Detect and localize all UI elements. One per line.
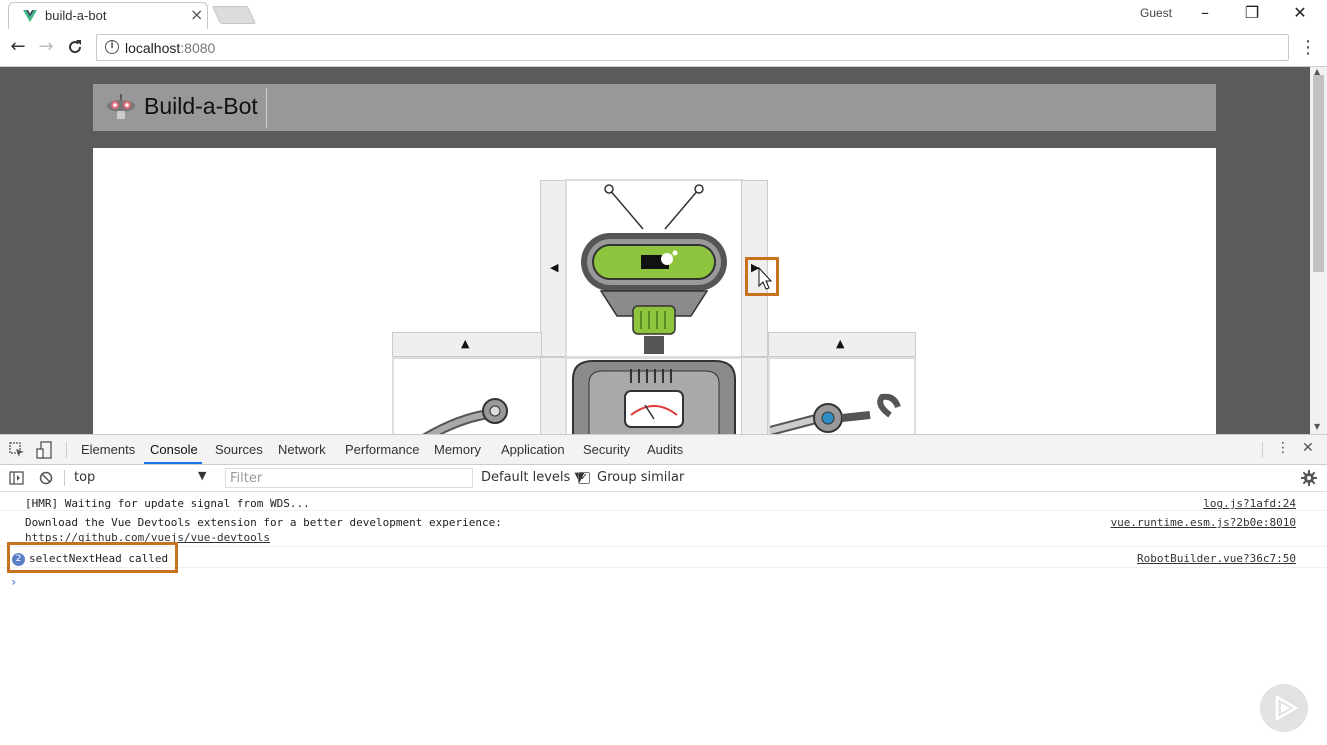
robot-head-image: [581, 184, 727, 354]
browser-tab[interactable]: build-a-bot ×: [8, 2, 208, 29]
robot-torso-image: [572, 360, 736, 434]
restore-button[interactable]: ❐: [1232, 2, 1272, 26]
repeat-count-badge: 2: [12, 553, 25, 566]
log-source-link[interactable]: vue.runtime.esm.js?2b0e:8010: [1111, 516, 1296, 529]
separator: [1262, 442, 1263, 458]
minimize-button[interactable]: –: [1185, 2, 1225, 26]
prev-torso-button[interactable]: [540, 357, 567, 434]
tab-sources[interactable]: Sources: [215, 442, 263, 457]
tab-memory[interactable]: Memory: [434, 442, 481, 457]
prev-right-arm-button[interactable]: ▲: [768, 332, 916, 357]
log-message-text: Download the Vue Devtools extension for …: [25, 516, 502, 529]
close-window-button[interactable]: ✕: [1280, 2, 1320, 26]
page-scrollbar[interactable]: ▲ ▼: [1310, 67, 1327, 434]
tab-elements[interactable]: Elements: [81, 442, 135, 457]
browser-menu-icon[interactable]: ⋮: [1299, 37, 1317, 58]
console-settings-gear-icon[interactable]: [1301, 470, 1317, 486]
left-arm-part: [392, 357, 542, 434]
page-viewport: Build-a-Bot ◀ ▶ ▲ ▲: [0, 67, 1310, 434]
new-tab-button[interactable]: [211, 6, 257, 24]
robot-builder: ◀ ▶ ▲ ▲: [93, 148, 1216, 434]
tab-network[interactable]: Network: [278, 442, 326, 457]
right-arm-image: [768, 393, 901, 434]
forward-button[interactable]: →: [35, 36, 57, 58]
tab-close-icon[interactable]: ×: [190, 5, 203, 24]
prev-left-arm-button[interactable]: ▲: [392, 332, 542, 357]
active-tab-indicator: [144, 462, 202, 464]
right-arm-part: [768, 357, 916, 434]
devtools-panel: Elements Console Sources Network Perform…: [0, 434, 1327, 744]
tab-security[interactable]: Security: [583, 442, 630, 457]
vue-devtools-link[interactable]: https://github.com/vuejs/vue-devtools: [25, 531, 270, 544]
prev-head-button[interactable]: ◀: [540, 180, 567, 357]
sidebar-toggle-icon[interactable]: [9, 471, 24, 485]
console-message: Download the Vue Devtools extension for …: [0, 511, 1327, 547]
scroll-thumb[interactable]: [1313, 75, 1324, 272]
log-message-text: selectNextHead called: [29, 552, 169, 565]
devtools-menu-icon[interactable]: ⋮: [1276, 440, 1290, 456]
log-source-link[interactable]: RobotBuilder.vue?36c7:50: [1137, 552, 1296, 565]
tab-console[interactable]: Console: [150, 442, 198, 457]
left-arrow-icon: ◀: [550, 261, 559, 274]
back-button[interactable]: ←: [7, 36, 29, 58]
close-devtools-icon[interactable]: ✕: [1302, 440, 1314, 456]
profile-badge[interactable]: Guest: [1140, 6, 1172, 20]
browser-toolbar: ← → i localhost:8080 ⋮: [0, 29, 1327, 67]
tab-audits[interactable]: Audits: [647, 442, 683, 457]
tab-strip: build-a-bot × Guest – ❐ ✕: [0, 0, 1327, 29]
next-torso-button[interactable]: [741, 357, 768, 434]
play-icon: [1275, 694, 1299, 722]
tab-title: build-a-bot: [45, 8, 107, 23]
url-text: localhost:8080: [125, 40, 216, 56]
watermark-play-logo: [1260, 684, 1308, 732]
console-message: 2 selectNextHead called RobotBuilder.vue…: [0, 547, 1327, 568]
scroll-down-icon[interactable]: ▼: [1314, 422, 1320, 431]
reload-icon[interactable]: [66, 38, 84, 56]
context-dropdown-icon[interactable]: ▼: [198, 469, 206, 482]
group-similar-label: Group similar: [597, 470, 685, 485]
vue-logo-icon: [23, 10, 37, 22]
tab-performance[interactable]: Performance: [345, 442, 419, 457]
separator: [64, 470, 65, 486]
robot-logo-icon: [107, 94, 135, 119]
clear-console-icon[interactable]: [39, 471, 53, 485]
info-icon[interactable]: i: [105, 40, 119, 54]
up-arrow-icon: ▲: [461, 337, 470, 350]
log-source-link[interactable]: log.js?1afd:24: [1203, 497, 1296, 510]
torso-part: [565, 357, 743, 434]
mouse-cursor-icon: [758, 267, 773, 290]
address-bar[interactable]: i localhost:8080: [96, 34, 1289, 61]
console-toolbar: top ▼ Default levels ▼ ✓ Group similar: [0, 465, 1327, 492]
inspect-element-icon[interactable]: [9, 442, 25, 458]
filter-input[interactable]: [225, 468, 473, 488]
app-title[interactable]: Build-a-Bot: [144, 93, 258, 120]
device-toolbar-icon[interactable]: [36, 441, 52, 459]
devtools-tab-bar: Elements Console Sources Network Perform…: [0, 435, 1327, 465]
group-similar-checkbox[interactable]: ✓: [578, 472, 590, 484]
head-part: [565, 179, 743, 358]
app-header: Build-a-Bot: [93, 84, 1216, 131]
context-select[interactable]: top: [74, 470, 95, 485]
up-arrow-icon: ▲: [836, 337, 845, 350]
log-levels-dropdown[interactable]: Default levels ▼: [481, 470, 584, 485]
tab-application[interactable]: Application: [501, 442, 565, 457]
console-message: [HMR] Waiting for update signal from WDS…: [0, 492, 1327, 511]
separator: [66, 442, 67, 458]
console-output: [HMR] Waiting for update signal from WDS…: [0, 492, 1327, 745]
console-prompt[interactable]: ›: [10, 575, 17, 589]
left-arm-image: [422, 398, 508, 434]
header-divider: [266, 88, 267, 128]
log-message-text: [HMR] Waiting for update signal from WDS…: [25, 497, 310, 510]
